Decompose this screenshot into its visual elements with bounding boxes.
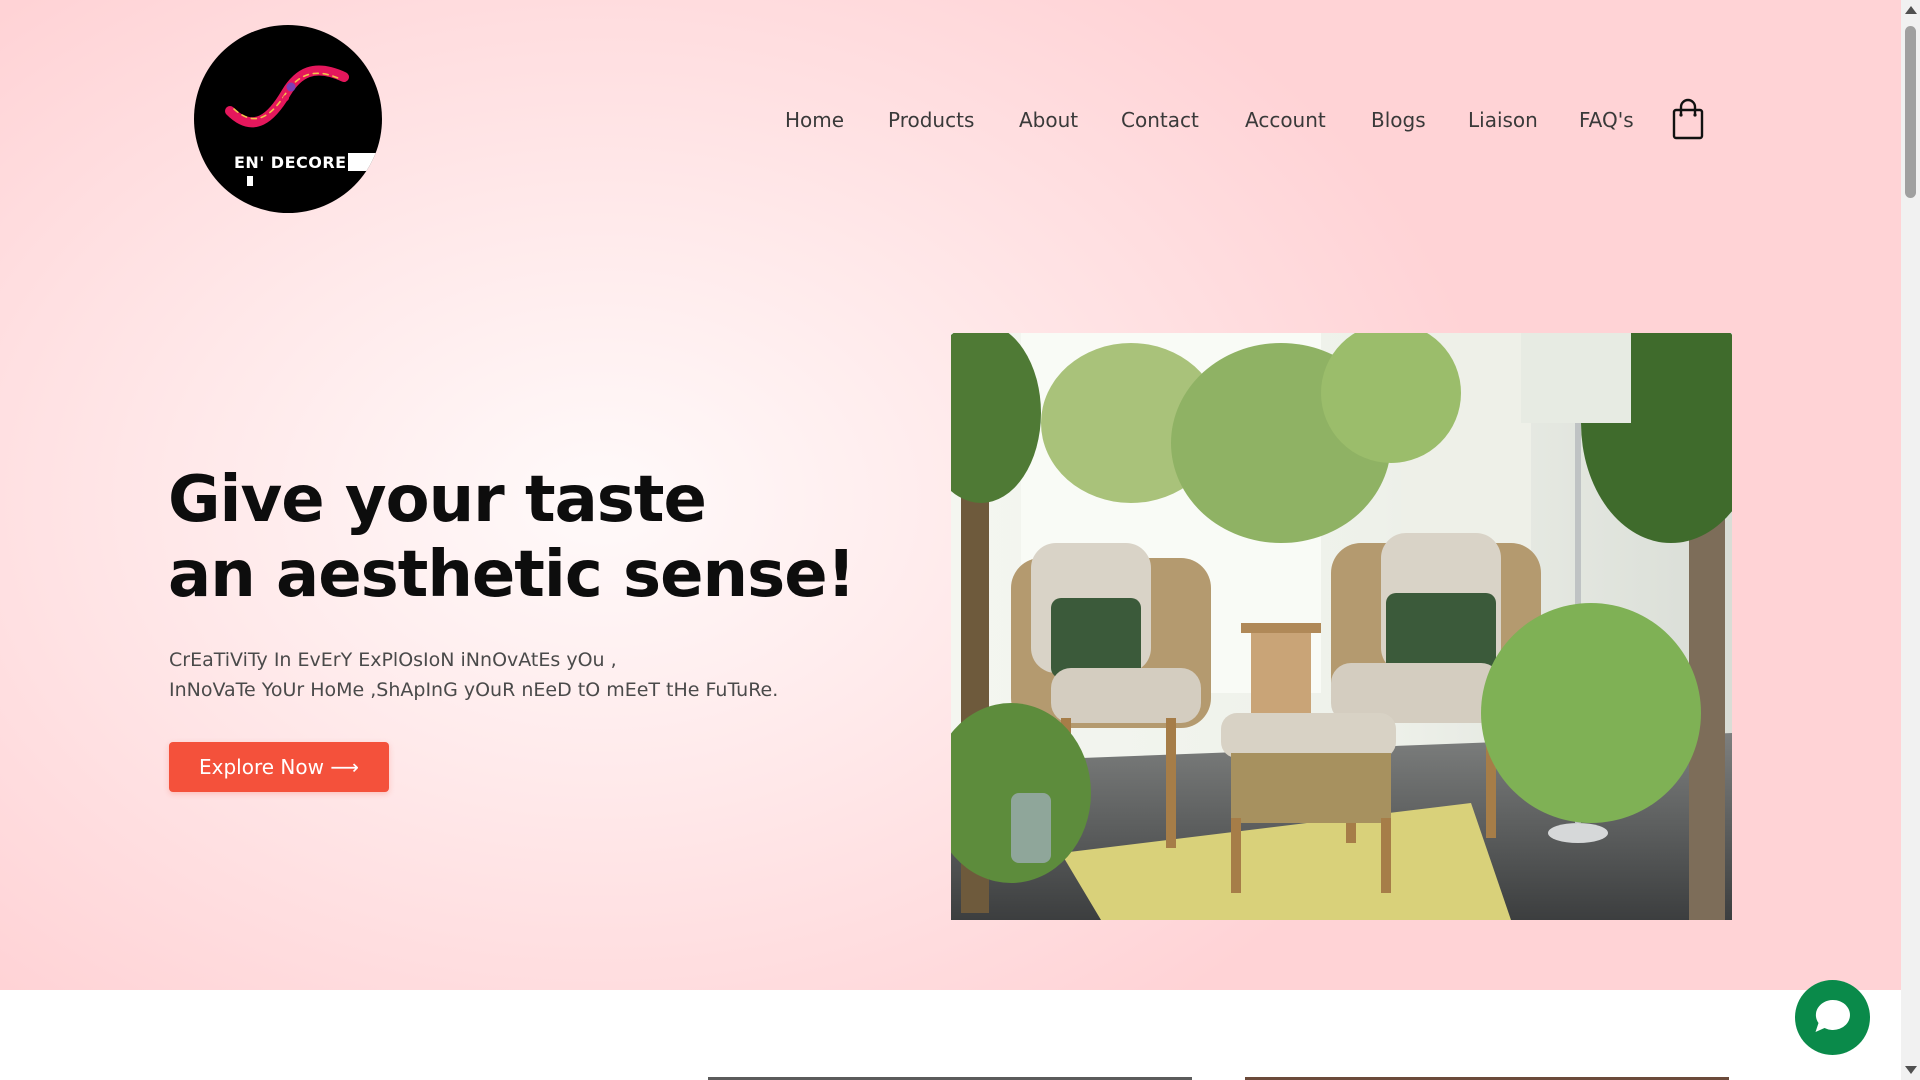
brand-logo[interactable]: EN' DECORE bbox=[194, 25, 382, 213]
scroll-down-icon[interactable] bbox=[1905, 1066, 1917, 1074]
explore-now-button[interactable]: Explore Now ⟶ bbox=[169, 742, 389, 792]
hero-headline-line2: an aesthetic sense! bbox=[168, 538, 856, 612]
nav-item-products[interactable]: Products bbox=[888, 108, 974, 132]
chat-bubble-icon bbox=[1815, 999, 1850, 1032]
hero-subtext-line2: InNoVaTe YoUr HoMe ,ShApInG yOuR nEeD tO… bbox=[169, 679, 779, 701]
nav-item-about[interactable]: About bbox=[1019, 108, 1078, 132]
scroll-up-icon[interactable] bbox=[1905, 6, 1917, 14]
hero-headline-line1: Give your taste bbox=[168, 463, 707, 537]
shopping-bag-icon[interactable] bbox=[1672, 98, 1704, 140]
nav-item-liaison[interactable]: Liaison bbox=[1468, 108, 1538, 132]
hero-subtext-line1: CrEaTiViTy In EvErY ExPlOsIoN iNnOvAtEs … bbox=[169, 649, 617, 671]
nav-item-blogs[interactable]: Blogs bbox=[1371, 108, 1426, 132]
hero-headline: Give your taste an aesthetic sense! bbox=[168, 463, 856, 613]
hero-subtext: CrEaTiViTy In EvErY ExPlOsIoN iNnOvAtEs … bbox=[169, 645, 778, 705]
hero-section: EN' DECORE Home Products About Contact A… bbox=[0, 0, 1901, 990]
nav-item-home[interactable]: Home bbox=[785, 108, 844, 132]
hero-image-living-room bbox=[951, 333, 1732, 920]
logo-wordmark: EN' DECORE bbox=[234, 153, 380, 172]
nav-item-faqs[interactable]: FAQ's bbox=[1579, 108, 1634, 132]
chat-widget-button[interactable] bbox=[1795, 980, 1870, 1055]
logo-mark bbox=[247, 176, 253, 186]
scrollbar-thumb[interactable] bbox=[1905, 26, 1916, 198]
logo-swoosh-icon bbox=[225, 65, 349, 128]
nav-item-account[interactable]: Account bbox=[1245, 108, 1326, 132]
nav-item-contact[interactable]: Contact bbox=[1121, 108, 1199, 132]
page-scrollbar[interactable] bbox=[1901, 0, 1920, 1080]
